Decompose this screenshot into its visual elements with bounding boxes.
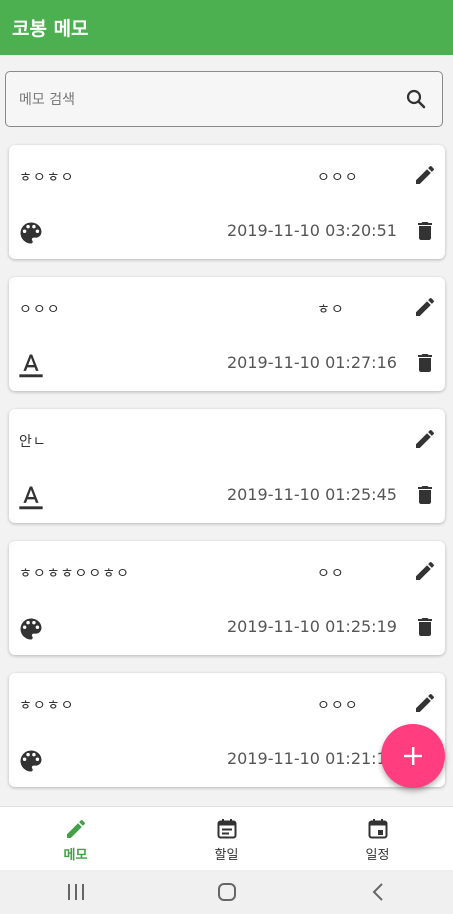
home-button[interactable]: [207, 877, 247, 907]
back-icon: [372, 883, 383, 901]
search-input[interactable]: 메모 검색: [19, 89, 404, 109]
memo-subtitle: ㅇㅇㅇ: [317, 170, 359, 186]
delete-icon[interactable]: [413, 351, 437, 375]
nav-label-schedule: 일정: [365, 848, 390, 863]
nav-item-memo[interactable]: 메모: [0, 807, 151, 871]
nav-label-todo: 할일: [214, 848, 239, 863]
search-icon[interactable]: [404, 87, 428, 111]
memo-subtitle: ㅇㅇㅇ: [317, 698, 359, 714]
system-navigation-bar: [0, 870, 453, 914]
edit-icon[interactable]: [413, 295, 437, 319]
memo-title: 안ㄴ: [19, 434, 47, 450]
delete-icon[interactable]: [413, 615, 437, 639]
memo-card[interactable]: ㅎㅇㅎㅎㅇㅇㅎㅇ ㅇㅇ 2019-11-10 01:25:19: [9, 541, 445, 655]
add-memo-button[interactable]: [381, 724, 445, 788]
palette-icon[interactable]: [17, 747, 45, 775]
memo-card[interactable]: 안ㄴ 2019-11-10 01:25:45: [9, 409, 445, 523]
bottom-navigation: 메모 할일 일정: [0, 806, 453, 871]
search-bar[interactable]: 메모 검색: [5, 71, 443, 127]
calendar-icon: [368, 819, 387, 839]
memo-date: 2019-11-10 01:25:19: [227, 617, 397, 636]
memo-subtitle: ㅎㅇ: [317, 302, 345, 318]
memo-subtitle: ㅇㅇ: [317, 566, 345, 582]
text-color-icon[interactable]: [17, 483, 45, 511]
back-button[interactable]: [358, 877, 398, 907]
memo-title: ㅇㅇㅇ: [19, 302, 61, 318]
edit-icon[interactable]: [413, 427, 437, 451]
memo-card[interactable]: ㅇㅇㅇ ㅎㅇ 2019-11-10 01:27:16: [9, 277, 445, 391]
edit-icon[interactable]: [413, 559, 437, 583]
edit-icon[interactable]: [413, 163, 437, 187]
memo-title: ㅎㅇㅎㅎㅇㅇㅎㅇ: [19, 566, 131, 582]
nav-item-todo[interactable]: 할일: [151, 807, 302, 871]
delete-icon[interactable]: [413, 483, 437, 507]
home-icon: [217, 883, 236, 901]
memo-title: ㅎㅇㅎㅇ: [19, 698, 75, 714]
plus-icon: [404, 747, 422, 765]
memo-date: 2019-11-10 03:20:51: [227, 221, 397, 240]
nav-item-schedule[interactable]: 일정: [302, 807, 453, 871]
recent-apps-icon: [67, 884, 84, 900]
memo-date: 2019-11-10 01:21:10: [227, 749, 397, 768]
event-note-icon: [217, 819, 236, 839]
memo-date: 2019-11-10 01:27:16: [227, 353, 397, 372]
app-title: 코봉 메모: [12, 18, 89, 40]
memo-card[interactable]: ㅎㅇㅎㅇ ㅇㅇㅇ 2019-11-10 01:21:10: [9, 673, 445, 787]
text-color-icon[interactable]: [17, 351, 45, 379]
delete-icon[interactable]: [413, 219, 437, 243]
app-bar: 코봉 메모: [0, 0, 453, 55]
pencil-icon: [66, 819, 85, 838]
memo-title: ㅎㅇㅎㅇ: [19, 170, 75, 186]
nav-label-memo: 메모: [63, 848, 88, 863]
memo-date: 2019-11-10 01:25:45: [227, 485, 397, 504]
edit-icon[interactable]: [413, 691, 437, 715]
palette-icon[interactable]: [17, 219, 45, 247]
recent-apps-button[interactable]: [56, 877, 96, 907]
palette-icon[interactable]: [17, 615, 45, 643]
memo-card[interactable]: ㅎㅇㅎㅇ ㅇㅇㅇ 2019-11-10 03:20:51: [9, 145, 445, 259]
